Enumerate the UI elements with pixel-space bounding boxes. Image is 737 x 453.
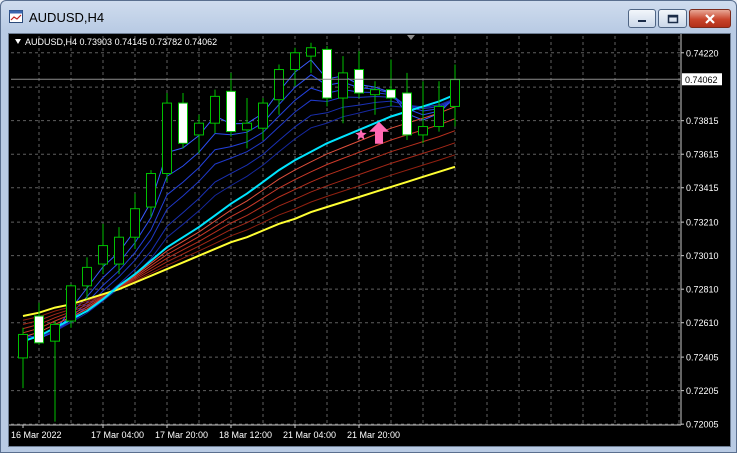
collapse-triangle-icon[interactable] xyxy=(15,39,21,44)
candle-bull xyxy=(114,236,124,265)
price-tick-label: 0.73815 xyxy=(686,116,719,126)
maximize-icon xyxy=(667,14,678,23)
candle-bear xyxy=(178,102,188,144)
candle-bull xyxy=(418,126,428,136)
ma-line-slow-group xyxy=(22,142,456,325)
price-tick-label: 0.74220 xyxy=(686,48,719,58)
close-button[interactable] xyxy=(689,9,731,28)
time-tick-label: 17 Mar 20:00 xyxy=(155,430,208,440)
candle-bull xyxy=(242,122,252,131)
candle-bear xyxy=(34,315,44,344)
candle-bull xyxy=(50,323,60,342)
time-tick-label: 17 Mar 04:00 xyxy=(91,430,144,440)
maximize-button[interactable] xyxy=(658,9,687,28)
ohlc-label: 0.73903 0.74145 0.73782 0.74062 xyxy=(79,37,218,47)
candle-bull xyxy=(66,285,76,322)
minimize-icon xyxy=(638,19,646,22)
ma-line-slow-edge xyxy=(22,165,456,317)
candle-bear xyxy=(322,48,332,99)
chart-header: AUDUSD,H4 0.73903 0.74145 0.73782 0.7406… xyxy=(15,37,217,47)
price-tick-label: 0.73210 xyxy=(686,218,719,228)
candle-bear xyxy=(226,90,236,133)
candle-bull xyxy=(434,105,444,128)
candle-bull xyxy=(162,102,172,174)
price-tick-label: 0.73615 xyxy=(686,150,719,160)
time-tick-label: 16 Mar 2022 xyxy=(11,430,62,440)
time-tick-label: 21 Mar 04:00 xyxy=(283,430,336,440)
price-tick-label: 0.72405 xyxy=(686,353,719,363)
price-tick-label: 0.72205 xyxy=(686,386,719,396)
candle-bull xyxy=(258,102,268,129)
close-icon xyxy=(705,13,715,24)
chart-window-icon xyxy=(9,10,23,23)
price-chart[interactable]: 0.74062 0.74220 0.73815 0.73615 0.73415 0.732… xyxy=(8,33,731,447)
window-title: AUDUSD,H4 xyxy=(29,10,105,25)
candle-bull xyxy=(18,333,28,359)
chart-canvas[interactable]: 0.74062 0.74220 0.73815 0.73615 0.73415 0.732… xyxy=(9,34,730,446)
price-tick-label: 0.73415 xyxy=(686,183,719,193)
candle-bull xyxy=(146,172,156,208)
candle-bull xyxy=(370,89,380,96)
candle-bull xyxy=(130,208,140,238)
candle-bear xyxy=(402,92,412,136)
candle-bull xyxy=(98,245,108,265)
time-tick-label: 21 Mar 20:00 xyxy=(347,430,400,440)
candle-bull xyxy=(306,47,316,57)
candle-bull xyxy=(338,72,348,99)
price-tick-label: 0.72810 xyxy=(686,285,719,295)
chart-shift-marker-icon xyxy=(407,35,415,40)
minimize-button[interactable] xyxy=(628,9,656,28)
symbol-label: AUDUSD,H4 xyxy=(25,37,78,47)
time-tick-label: 18 Mar 12:00 xyxy=(219,430,272,440)
candle-bull xyxy=(194,122,204,136)
title-bar[interactable]: AUDUSD,H4 xyxy=(1,1,736,33)
price-tick-label: 0.72610 xyxy=(686,318,719,328)
price-tick-label: 0.73010 xyxy=(686,251,719,261)
candle-bull xyxy=(450,79,460,107)
candle-bear xyxy=(386,89,396,99)
candle-bull xyxy=(82,266,92,287)
candle-bull xyxy=(210,95,220,124)
candle-bull xyxy=(274,69,284,101)
candle-bear xyxy=(354,69,364,94)
candle-bull xyxy=(290,52,300,71)
chart-window: AUDUSD,H4 0.74062 0.74220 0.73815 0.73615 0.… xyxy=(0,0,737,453)
current-price-label: 0.74062 xyxy=(685,75,718,85)
price-tick-label: 0.72005 xyxy=(686,420,719,430)
